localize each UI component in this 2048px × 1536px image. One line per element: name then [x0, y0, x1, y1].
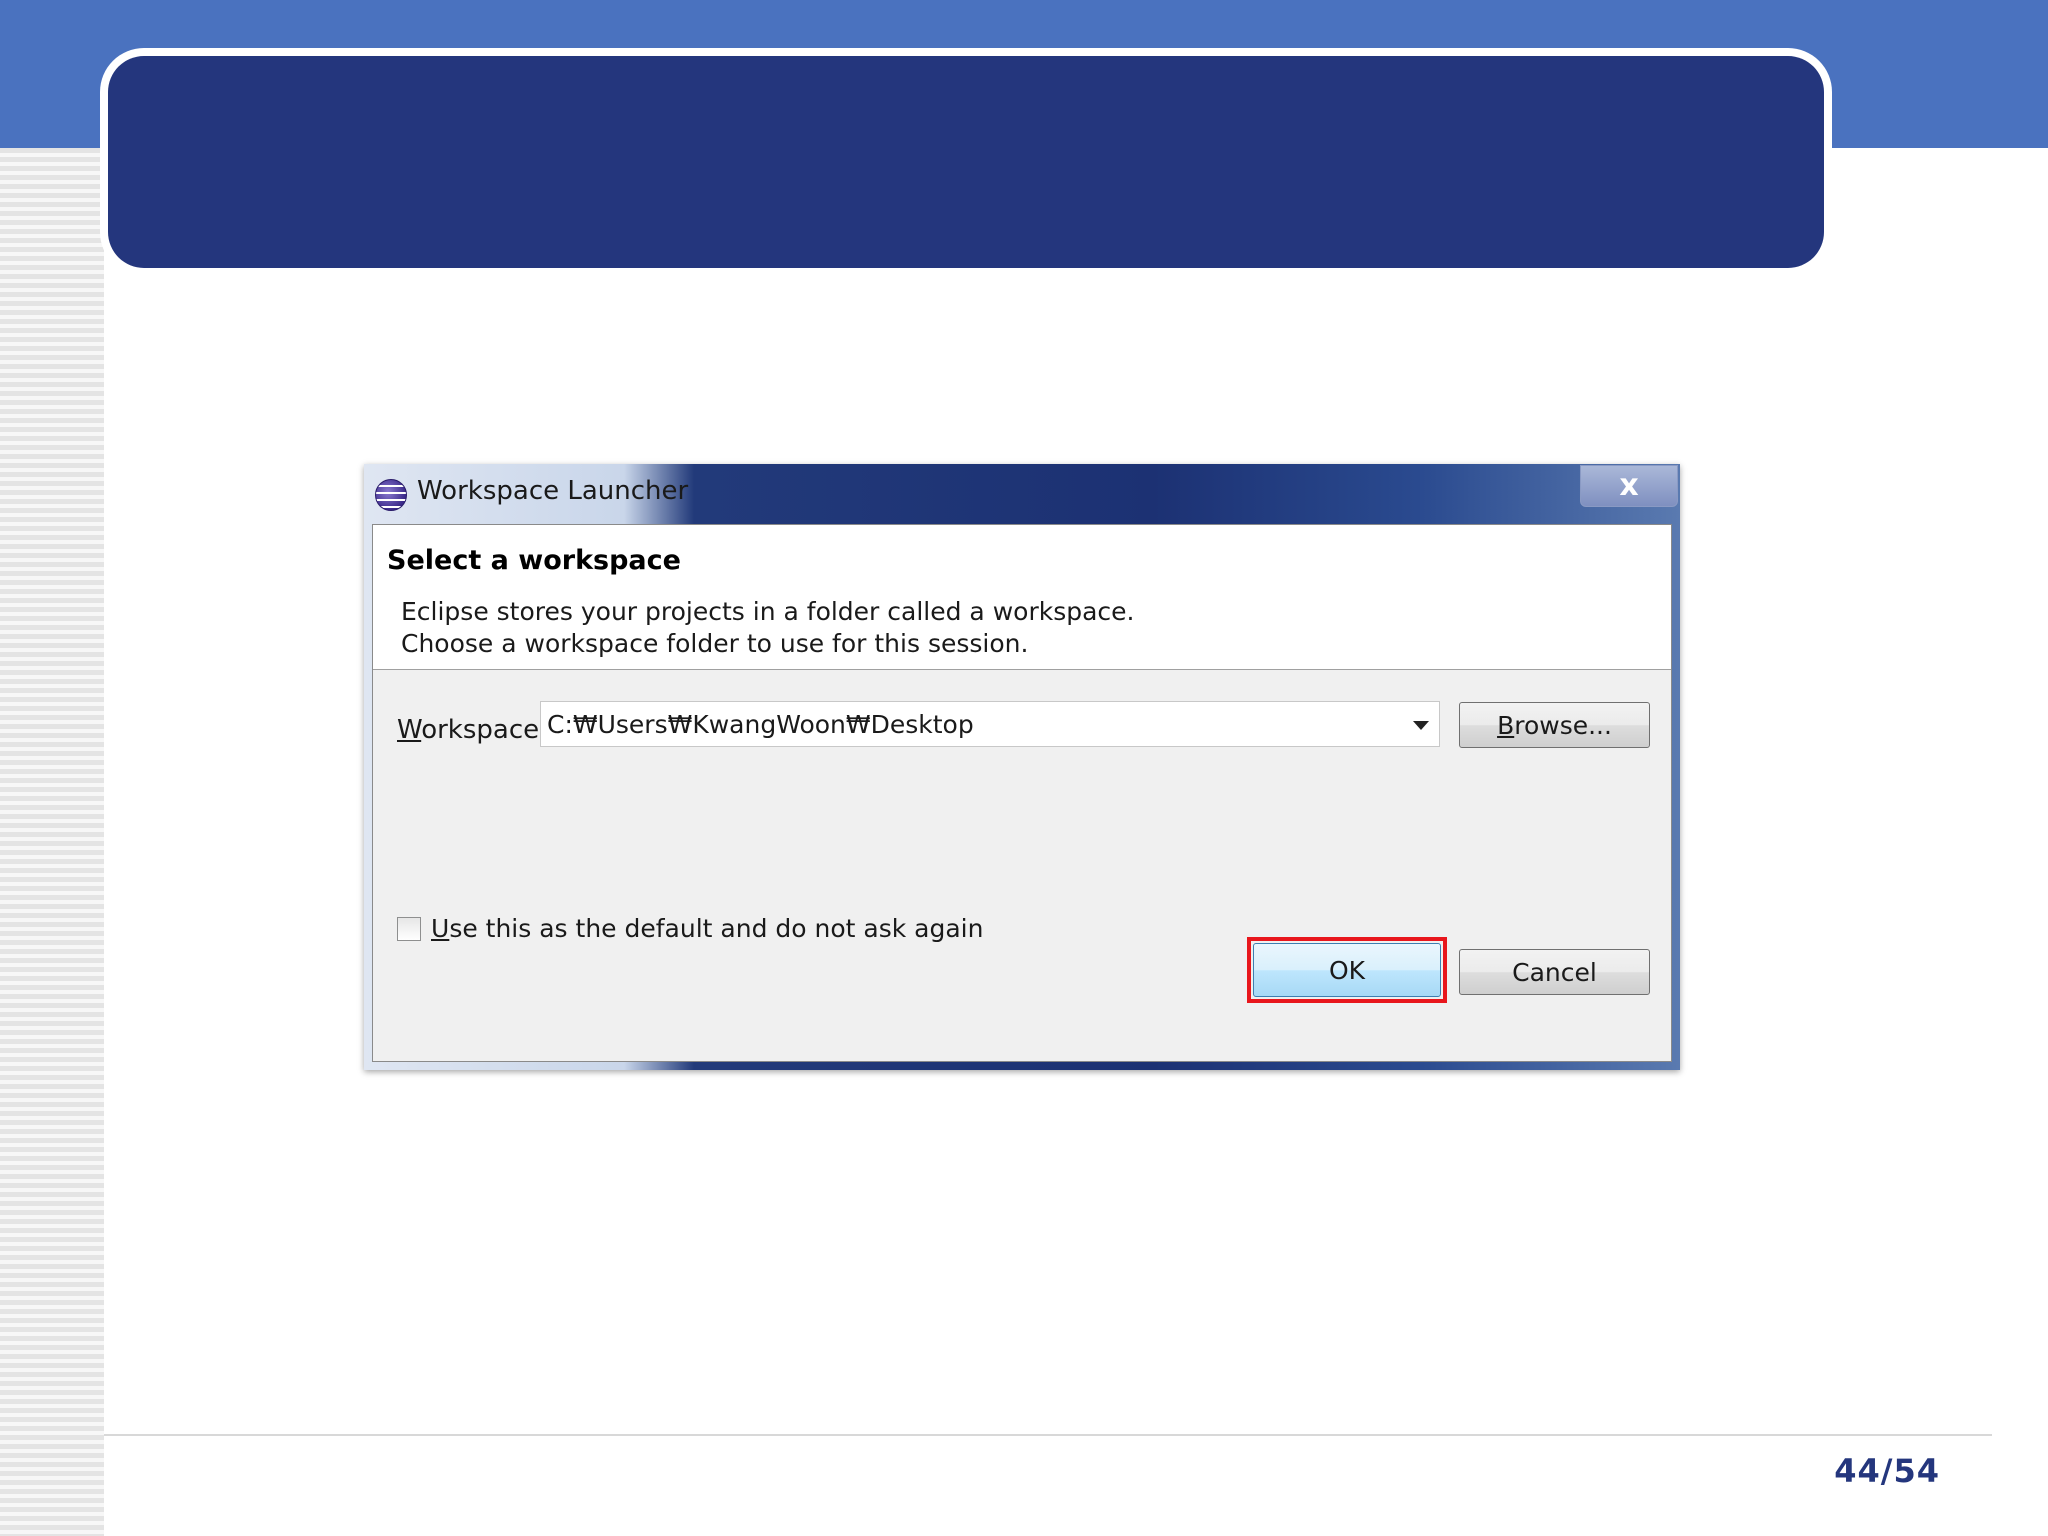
slide-footer-divider — [104, 1434, 1992, 1436]
header-description-line1: Eclipse stores your projects in a folder… — [401, 597, 1135, 626]
default-workspace-checkbox-label[interactable]: Use this as the default and do not ask a… — [431, 914, 983, 943]
close-button[interactable]: x — [1580, 465, 1678, 507]
checkbox-label-text: se this as the default and do not ask ag… — [449, 914, 984, 943]
dropdown-arrow-icon[interactable] — [1413, 721, 1429, 730]
default-workspace-checkbox[interactable] — [397, 917, 421, 941]
ok-label: OK — [1328, 955, 1366, 985]
page-number: 44/54 — [1834, 1452, 1940, 1490]
workspace-combo[interactable] — [540, 701, 1440, 747]
cancel-button[interactable]: Cancel — [1459, 949, 1650, 995]
eclipse-icon — [375, 479, 407, 511]
browse-mnemonic: B — [1497, 710, 1515, 740]
dialog-body: Select a workspace Eclipse stores your p… — [372, 524, 1672, 1062]
workspace-label-mnemonic: W — [397, 715, 422, 745]
header-description-line2: Choose a workspace folder to use for thi… — [401, 629, 1029, 658]
dialog-header-area: Select a workspace Eclipse stores your p… — [373, 525, 1671, 670]
cancel-label: Cancel — [1512, 957, 1597, 987]
ok-button[interactable]: OK — [1253, 943, 1441, 997]
browse-label: rowse... — [1514, 710, 1612, 740]
dialog-titlebar[interactable]: Workspace Launcher x — [364, 464, 1680, 524]
slide-title-banner — [108, 56, 1824, 268]
browse-button[interactable]: Browse... — [1459, 702, 1650, 748]
checkbox-mnemonic: U — [431, 914, 450, 943]
workspace-label-text: orkspace: — [421, 715, 548, 745]
workspace-label: Workspace: — [397, 715, 548, 745]
workspace-launcher-dialog: Workspace Launcher x Select a workspace … — [364, 464, 1680, 1070]
header-title: Select a workspace — [387, 545, 681, 576]
slide-side-stripes — [0, 148, 104, 1536]
dialog-title: Workspace Launcher — [417, 476, 689, 506]
workspace-input[interactable] — [541, 702, 1403, 746]
close-icon: x — [1619, 468, 1639, 503]
